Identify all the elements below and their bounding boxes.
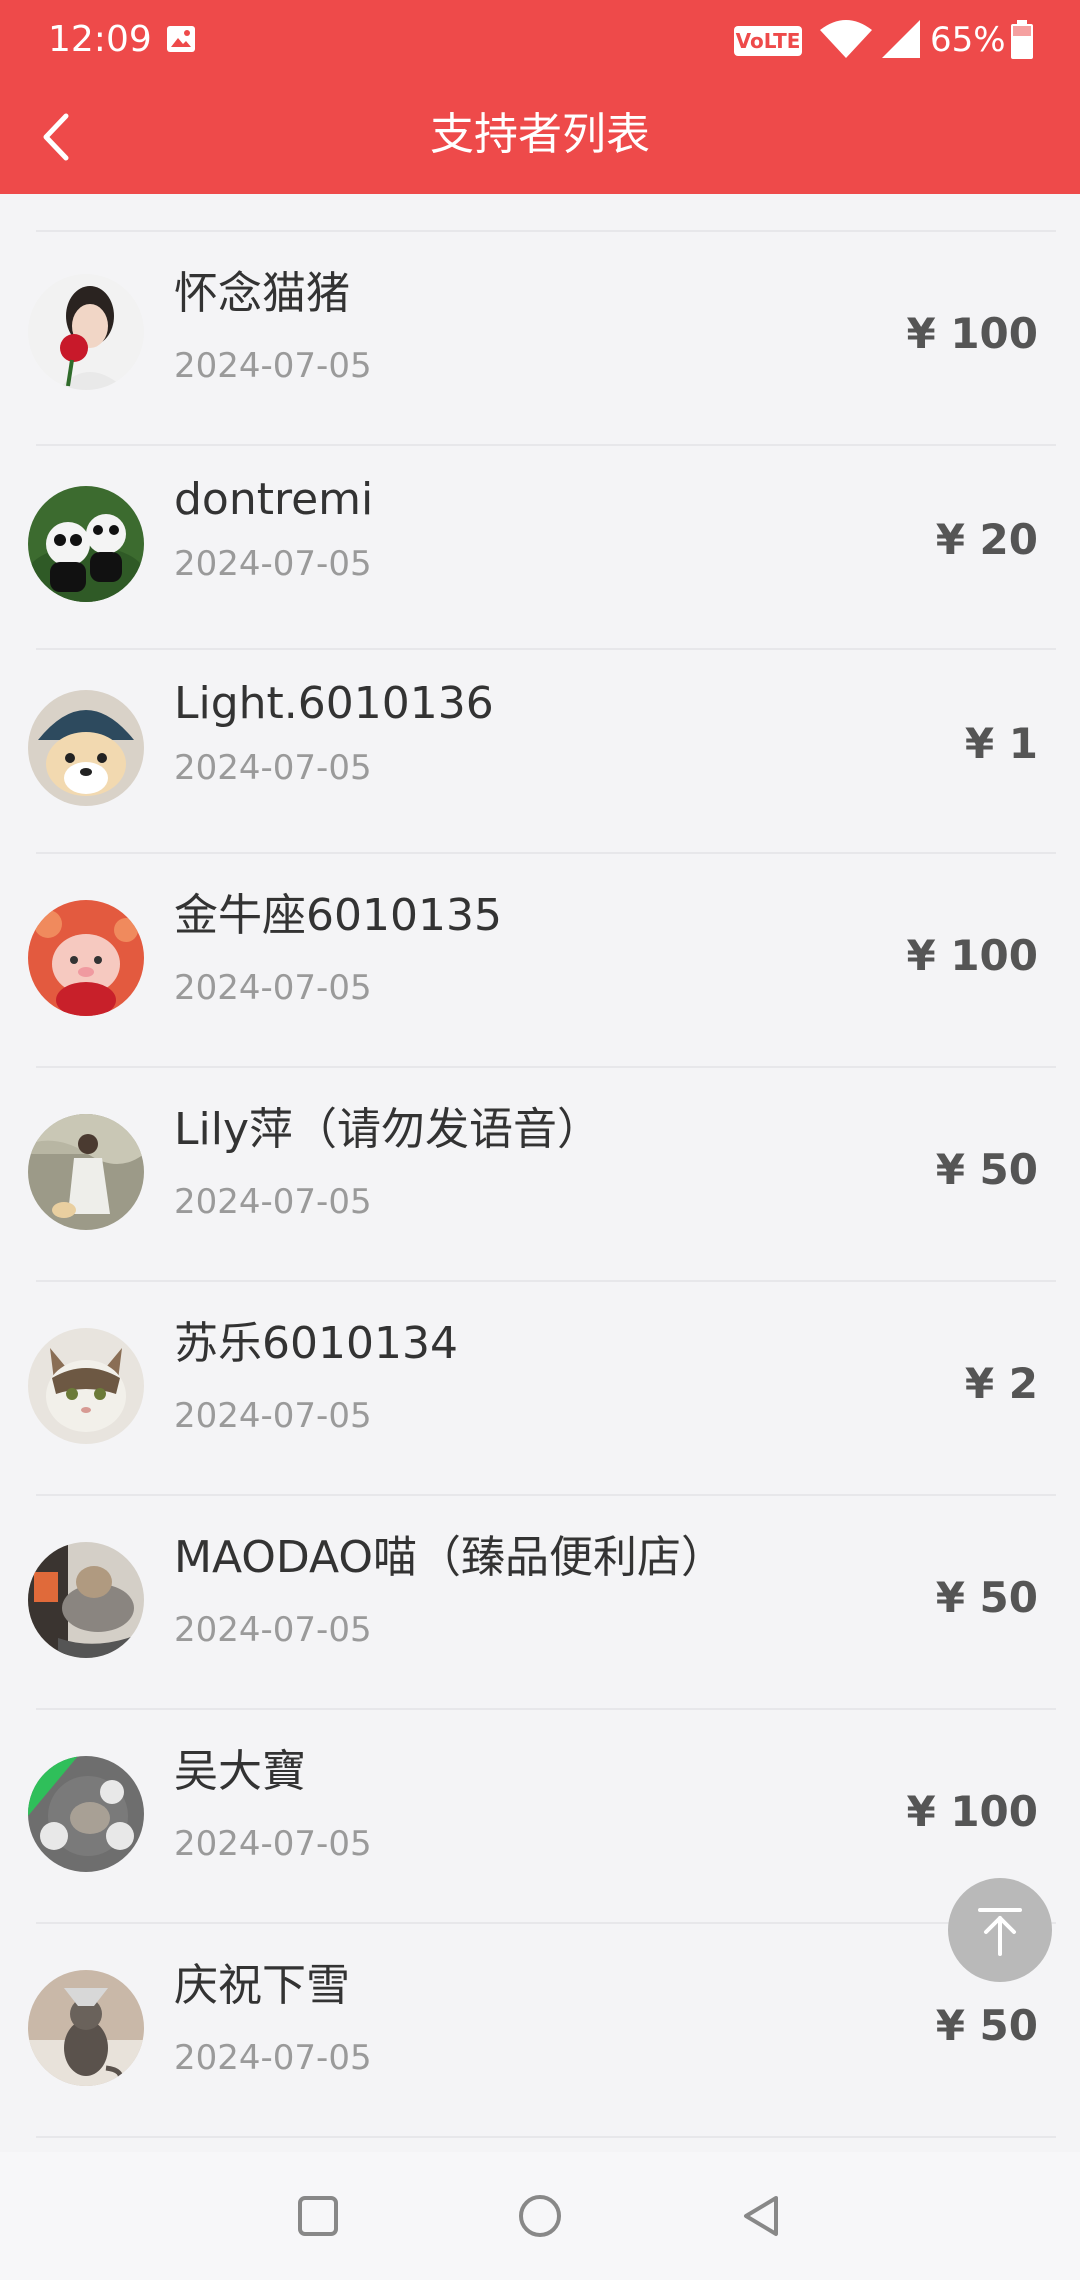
support-date: 2024-07-05	[174, 1182, 372, 1222]
avatar[interactable]	[28, 1756, 144, 1872]
support-date: 2024-07-05	[174, 748, 372, 788]
support-amount: ¥ 50	[935, 1573, 1038, 1622]
support-date: 2024-07-05	[174, 346, 372, 386]
support-date: 2024-07-05	[174, 968, 372, 1008]
support-date: 2024-07-05	[174, 1610, 372, 1650]
avatar[interactable]	[28, 690, 144, 806]
avatar[interactable]	[28, 274, 144, 390]
supporter-row[interactable]: Light.6010136 2024-07-05 ¥ 1	[0, 650, 1080, 852]
supporter-row[interactable]: dontremi 2024-07-05 ¥ 20	[0, 446, 1080, 648]
avatar[interactable]	[28, 486, 144, 602]
support-amount: ¥ 1	[964, 719, 1038, 768]
support-amount: ¥ 100	[906, 309, 1038, 358]
recent-apps-icon	[298, 2196, 338, 2236]
supporter-name: MAODAO喵（臻品便利店）	[174, 1532, 725, 1583]
cellular-signal-icon	[878, 18, 924, 60]
supporter-row[interactable]: Lily萍（请勿发语音） 2024-07-05 ¥ 50	[0, 1068, 1080, 1280]
avatar[interactable]	[28, 1542, 144, 1658]
support-amount: ¥ 100	[906, 1787, 1038, 1836]
avatar[interactable]	[28, 1114, 144, 1230]
supporter-name: dontremi	[174, 474, 374, 525]
home-icon	[519, 2195, 561, 2237]
system-back-button[interactable]	[732, 2186, 792, 2246]
arrow-up-to-top-icon	[978, 1908, 1022, 1956]
home-button[interactable]	[510, 2186, 570, 2246]
support-amount: ¥ 20	[935, 515, 1038, 564]
status-time: 12:09	[48, 19, 152, 60]
avatar[interactable]	[28, 1970, 144, 2086]
avatar[interactable]	[28, 900, 144, 1016]
support-amount: ¥ 100	[906, 931, 1038, 980]
supporter-row[interactable]: 怀念猫猪 2024-07-05 ¥ 100	[0, 232, 1080, 444]
support-date: 2024-07-05	[174, 1396, 372, 1436]
support-amount: ¥ 2	[964, 1359, 1038, 1408]
wifi-icon	[818, 18, 874, 60]
support-amount: ¥ 50	[935, 2001, 1038, 2050]
app-header: 12:09 VoLTE 65% 支持者列表	[0, 0, 1080, 194]
back-button[interactable]	[30, 102, 84, 172]
supporter-name: Light.6010136	[174, 678, 494, 729]
support-date: 2024-07-05	[174, 544, 372, 584]
battery-icon	[1010, 20, 1034, 60]
supporter-name: 庆祝下雪	[174, 1960, 350, 2011]
back-triangle-icon	[744, 2196, 778, 2236]
image-icon	[166, 25, 196, 53]
supporter-name: Lily萍（请勿发语音）	[174, 1104, 602, 1155]
supporter-row[interactable]: 吴大寶 2024-07-05 ¥ 100	[0, 1710, 1080, 1922]
supporter-name: 金牛座6010135	[174, 890, 502, 941]
support-amount: ¥ 50	[935, 1145, 1038, 1194]
page-title: 支持者列表	[430, 109, 650, 160]
support-date: 2024-07-05	[174, 2038, 372, 2078]
back-to-top-button[interactable]	[948, 1878, 1052, 1982]
supporter-row[interactable]: MAODAO喵（臻品便利店） 2024-07-05 ¥ 50	[0, 1496, 1080, 1708]
avatar[interactable]	[28, 1328, 144, 1444]
chevron-left-icon	[43, 113, 69, 161]
support-date: 2024-07-05	[174, 1824, 372, 1864]
supporter-name: 苏乐6010134	[174, 1318, 458, 1369]
supporter-row[interactable]: 庆祝下雪 2024-07-05 ¥ 50	[0, 1924, 1080, 2136]
battery-percentage: 65%	[930, 20, 1006, 60]
supporter-row[interactable]: 苏乐6010134 2024-07-05 ¥ 2	[0, 1282, 1080, 1494]
recent-apps-button[interactable]	[288, 2186, 348, 2246]
supporter-name: 怀念猫猪	[174, 268, 350, 319]
supporter-row[interactable]: 金牛座6010135 2024-07-05 ¥ 100	[0, 854, 1080, 1066]
list-divider	[36, 2136, 1056, 2138]
supporter-list[interactable]: 怀念猫猪 2024-07-05 ¥ 100 dontremi 2024-07-0…	[0, 194, 1080, 2152]
status-bar: 12:09 VoLTE 65%	[0, 0, 1080, 80]
supporter-name: 吴大寶	[174, 1746, 306, 1797]
volte-badge: VoLTE	[734, 26, 802, 56]
system-nav-bar	[0, 2152, 1080, 2280]
